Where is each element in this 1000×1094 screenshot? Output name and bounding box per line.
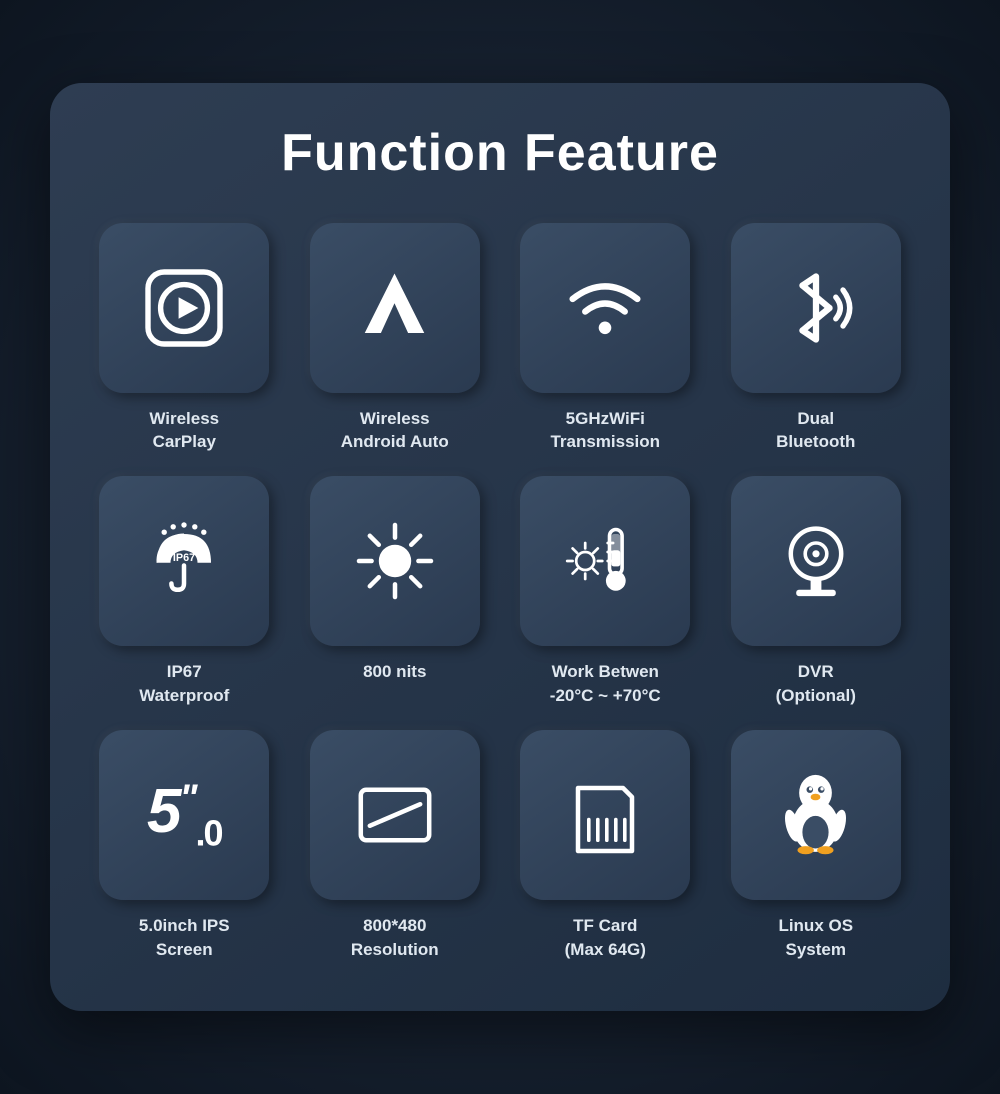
feature-temperature: Work Betwen-20°C ~ +70°C [511, 476, 700, 708]
carplay-svg [139, 263, 229, 353]
fiveinch-text: 5".0 [147, 776, 222, 854]
bluetooth-label: DualBluetooth [776, 407, 855, 455]
tfcard-icon-box [520, 730, 690, 900]
temp-svg [560, 516, 650, 606]
dvr-icon-box [731, 476, 901, 646]
tfcard-svg [565, 770, 645, 860]
bluetooth-icon-box [731, 223, 901, 393]
nits-label: 800 nits [363, 660, 426, 684]
ip67-svg: IP67 [139, 516, 229, 606]
carplay-icon-box [99, 223, 269, 393]
dvr-svg [771, 516, 861, 606]
resolution-label: 800*480Resolution [351, 914, 439, 962]
feature-dvr: DVR(Optional) [722, 476, 911, 708]
bluetooth-svg [771, 263, 861, 353]
linux-label: Linux OSSystem [778, 914, 853, 962]
feature-5inch: 5".0 5.0inch IPSScreen [90, 730, 279, 962]
tfcard-label: TF Card(Max 64G) [565, 914, 646, 962]
feature-wireless-carplay: WirelessCarPlay [90, 223, 279, 455]
feature-resolution: 800*480Resolution [301, 730, 490, 962]
sun-svg [350, 516, 440, 606]
svg-text:IP67: IP67 [173, 552, 195, 564]
wifi-icon-box [520, 223, 690, 393]
temp-icon-box [520, 476, 690, 646]
fiveinch-label: 5.0inch IPSScreen [139, 914, 230, 962]
feature-bluetooth: DualBluetooth [722, 223, 911, 455]
page-title: Function Feature [90, 123, 910, 183]
wifi-label: 5GHzWiFiTransmission [550, 407, 660, 455]
feature-800nits: 800 nits [301, 476, 490, 708]
androidauto-icon-box [310, 223, 480, 393]
feature-tfcard: TF Card(Max 64G) [511, 730, 700, 962]
linux-svg [773, 770, 858, 860]
features-grid: WirelessCarPlay WirelessAndroid Auto [90, 223, 910, 962]
feature-wifi: 5GHzWiFiTransmission [511, 223, 700, 455]
fiveinch-icon-box: 5".0 [99, 730, 269, 900]
ip67-label: IP67Waterproof [139, 660, 229, 708]
androidauto-label: WirelessAndroid Auto [341, 407, 449, 455]
feature-ip67: IP67 IP67Waterproof [90, 476, 279, 708]
feature-android-auto: WirelessAndroid Auto [301, 223, 490, 455]
temperature-label: Work Betwen-20°C ~ +70°C [550, 660, 661, 708]
resolution-svg [350, 770, 440, 860]
linux-icon-box [731, 730, 901, 900]
feature-linux: Linux OSSystem [722, 730, 911, 962]
dvr-label: DVR(Optional) [776, 660, 856, 708]
androidauto-svg [352, 265, 437, 350]
carplay-label: WirelessCarPlay [149, 407, 219, 455]
resolution-icon-box [310, 730, 480, 900]
main-card: Function Feature WirelessCarPlay [50, 83, 950, 1012]
sun-icon-box [310, 476, 480, 646]
wifi-svg [560, 263, 650, 353]
ip67-icon-box: IP67 [99, 476, 269, 646]
